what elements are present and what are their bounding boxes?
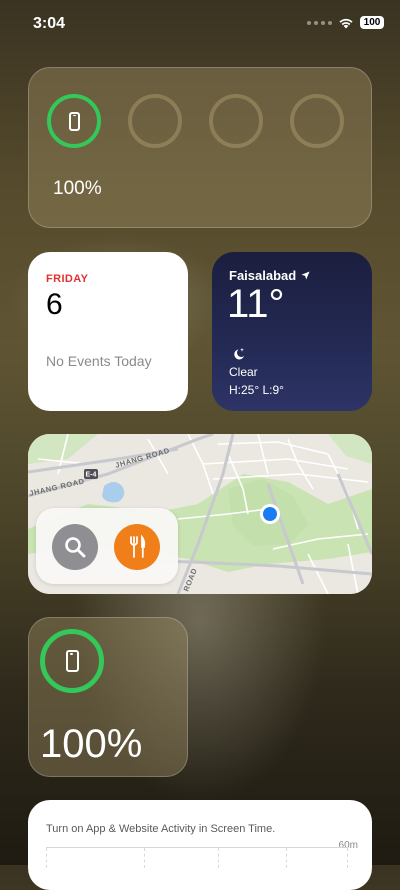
map-highway-badge: E-4 [86,472,97,479]
empty-battery-ring [209,94,263,148]
screen-time-widget[interactable]: Turn on App & Website Activity in Screen… [28,800,372,890]
weather-widget[interactable]: Faisalabad 11° Clear H:25° L:9° [212,252,372,411]
location-arrow-icon [301,271,310,280]
weather-temperature: 11° [227,282,285,326]
empty-battery-ring [290,94,344,148]
chart-gridline [144,848,145,868]
map-shortcuts-panel [36,508,178,584]
status-bar: 3:04 100 [0,0,400,46]
calendar-date: 6 [46,288,63,321]
map-food-button[interactable] [114,524,160,570]
battery-percent-large: 100% [40,722,143,766]
maps-widget[interactable]: JHANG ROAD JHANG ROAD E-4 ROAD [28,434,372,594]
phone-battery-ring [40,629,104,693]
phone-battery-ring [47,94,101,148]
calendar-events: No Events Today [46,353,152,369]
status-icons: 100 [307,16,384,29]
chart-gridline [347,848,348,868]
battery-percent: 100% [53,178,102,199]
battery-icon: 100 [360,16,384,29]
weather-high-low: H:25° L:9° [229,383,284,397]
fork-knife-icon [130,535,146,558]
batteries-widget[interactable]: 100% [28,67,372,228]
wifi-icon [339,18,353,28]
chart-gridline [286,848,287,868]
status-time: 3:04 [33,15,66,32]
empty-battery-ring [128,94,182,148]
search-icon [65,537,86,558]
weather-location: Faisalabad [229,268,310,283]
screen-time-message: Turn on App & Website Activity in Screen… [46,823,276,835]
chart-gridline [218,848,219,868]
calendar-weekday: FRIDAY [46,273,89,285]
batteries-small-widget[interactable]: 100% [28,617,188,777]
calendar-widget[interactable]: FRIDAY 6 No Events Today [28,252,188,411]
iphone-icon [68,111,80,131]
weather-city: Faisalabad [229,268,297,283]
chart-gridline [46,848,47,868]
map-search-button[interactable] [52,524,98,570]
iphone-icon [65,650,79,672]
moon-stars-icon [234,348,244,360]
cellular-signal-icon [307,20,332,25]
weather-condition: Clear [229,365,258,379]
